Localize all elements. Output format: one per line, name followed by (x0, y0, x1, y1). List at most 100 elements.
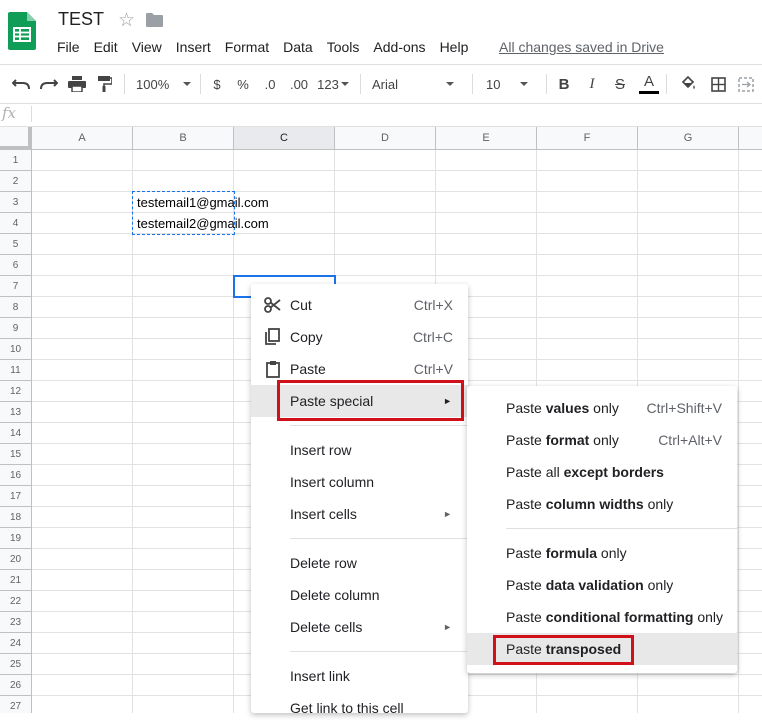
star-icon[interactable]: ☆ (118, 9, 135, 32)
font-size-select[interactable]: 10 (486, 65, 538, 103)
percent-format-button[interactable]: % (234, 65, 252, 103)
menu-item-paste-values[interactable]: Paste values only Ctrl+Shift+V (467, 392, 737, 424)
folder-icon[interactable] (146, 13, 163, 27)
menu-item-paste-conditional-formatting[interactable]: Paste conditional formatting only (467, 601, 737, 633)
menu-addons[interactable]: Add-ons (366, 38, 432, 58)
row-header-5[interactable]: 5 (0, 234, 32, 255)
row-header-17[interactable]: 17 (0, 486, 32, 507)
row-header-1[interactable]: 1 (0, 150, 32, 171)
row-header-8[interactable]: 8 (0, 297, 32, 318)
row-header-15[interactable]: 15 (0, 444, 32, 465)
currency-format-button[interactable]: $ (208, 65, 226, 103)
column-header-b[interactable]: B (133, 127, 234, 150)
row-header-6[interactable]: 6 (0, 255, 32, 276)
menu-insert[interactable]: Insert (169, 38, 218, 58)
row-header-13[interactable]: 13 (0, 402, 32, 423)
row-header-21[interactable]: 21 (0, 570, 32, 591)
column-header-c[interactable]: C (234, 127, 335, 150)
row-header-27[interactable]: 27 (0, 696, 32, 713)
menu-view[interactable]: View (125, 38, 169, 58)
row-header-4[interactable]: 4 (0, 213, 32, 234)
row-header-14[interactable]: 14 (0, 423, 32, 444)
formula-bar[interactable] (0, 102, 762, 127)
row-header-20[interactable]: 20 (0, 549, 32, 570)
menu-item-insert-link[interactable]: Insert link (251, 660, 468, 692)
italic-button[interactable]: I (582, 65, 602, 103)
menu-item-delete-row[interactable]: Delete row (251, 547, 468, 579)
row-header-25[interactable]: 25 (0, 654, 32, 675)
column-header-g[interactable]: G (638, 127, 739, 150)
menu-file[interactable]: File (50, 38, 87, 58)
row-header-7[interactable]: 7 (0, 276, 32, 297)
menu-tools[interactable]: Tools (320, 38, 367, 58)
decrease-decimal-label: .0 (264, 76, 276, 92)
row-header-16[interactable]: 16 (0, 465, 32, 486)
row-header-18[interactable]: 18 (0, 507, 32, 528)
row-header-9[interactable]: 9 (0, 318, 32, 339)
menu-item-paste-column-widths[interactable]: Paste column widths only (467, 488, 737, 520)
row-header-22[interactable]: 22 (0, 591, 32, 612)
row-header-19[interactable]: 19 (0, 528, 32, 549)
cell-b3[interactable]: testemail1@gmail.com (137, 195, 269, 210)
cell-b4[interactable]: testemail2@gmail.com (137, 216, 269, 231)
redo-icon[interactable] (38, 65, 60, 103)
increase-decimal-button[interactable]: .00 (286, 65, 312, 103)
paste-transposed-highlight (493, 635, 634, 665)
menu-item-paste-all-except-borders[interactable]: Paste all except borders (467, 456, 737, 488)
paint-format-icon[interactable] (94, 65, 116, 103)
formula-divider (31, 106, 32, 122)
menu-item-paste-format[interactable]: Paste format only Ctrl+Alt+V (467, 424, 737, 456)
insert-row-label: Insert row (290, 442, 352, 458)
menu-item-get-link[interactable]: Get link to this cell (251, 692, 468, 724)
more-formats-label: 123 (317, 76, 339, 92)
print-icon[interactable] (66, 65, 88, 103)
menu-data[interactable]: Data (276, 38, 320, 58)
merge-icon[interactable] (736, 65, 756, 103)
menu-item-delete-cells[interactable]: Delete cells ► (251, 611, 468, 643)
column-header-f[interactable]: F (537, 127, 638, 150)
row-header-3[interactable]: 3 (0, 192, 32, 213)
sheets-logo-icon[interactable] (8, 12, 36, 50)
paste-shortcut: Ctrl+V (413, 361, 453, 377)
font-select[interactable]: Arial (372, 65, 466, 103)
decrease-decimal-button[interactable]: .0 (260, 65, 280, 103)
menu-item-insert-cells[interactable]: Insert cells ► (251, 498, 468, 530)
menu-item-paste-data-validation[interactable]: Paste data validation only (467, 569, 737, 601)
row-header-11[interactable]: 11 (0, 360, 32, 381)
row-header-24[interactable]: 24 (0, 633, 32, 654)
document-title[interactable]: TEST (58, 9, 104, 30)
menu-item-copy[interactable]: Copy Ctrl+C (251, 321, 468, 353)
menu-item-insert-column[interactable]: Insert column (251, 466, 468, 498)
menu-format[interactable]: Format (218, 38, 276, 58)
row-header-23[interactable]: 23 (0, 612, 32, 633)
menu-item-paste-formula[interactable]: Paste formula only (467, 537, 737, 569)
menu-separator (506, 528, 737, 529)
row-header-2[interactable]: 2 (0, 171, 32, 192)
column-header-e[interactable]: E (436, 127, 537, 150)
text-color-icon: A (643, 72, 654, 90)
row-header-12[interactable]: 12 (0, 381, 32, 402)
row-header-10[interactable]: 10 (0, 339, 32, 360)
fill-color-icon[interactable] (678, 65, 698, 103)
undo-icon[interactable] (10, 65, 32, 103)
bold-button[interactable]: B (554, 65, 574, 103)
paste-column-widths-label: Paste column widths only (506, 496, 674, 512)
menu-edit[interactable]: Edit (87, 38, 125, 58)
select-all-corner[interactable] (0, 127, 32, 150)
column-header-a[interactable]: A (32, 127, 133, 150)
menu-item-insert-row[interactable]: Insert row (251, 434, 468, 466)
column-header-h[interactable] (739, 127, 762, 150)
column-header-d[interactable]: D (335, 127, 436, 150)
menu-item-cut[interactable]: Cut Ctrl+X (251, 289, 468, 321)
zoom-select[interactable]: 100% (136, 65, 194, 103)
borders-icon[interactable] (708, 65, 728, 103)
text-color-button[interactable]: A (638, 65, 660, 103)
menu-help[interactable]: Help (433, 38, 476, 58)
menu-item-delete-column[interactable]: Delete column (251, 579, 468, 611)
row-header-26[interactable]: 26 (0, 675, 32, 696)
font-size-value: 10 (486, 76, 501, 92)
more-formats-button[interactable]: 123 (316, 65, 350, 103)
strikethrough-button[interactable]: S (610, 65, 630, 103)
cut-label: Cut (290, 297, 312, 313)
save-status-link[interactable]: All changes saved in Drive (499, 38, 664, 56)
